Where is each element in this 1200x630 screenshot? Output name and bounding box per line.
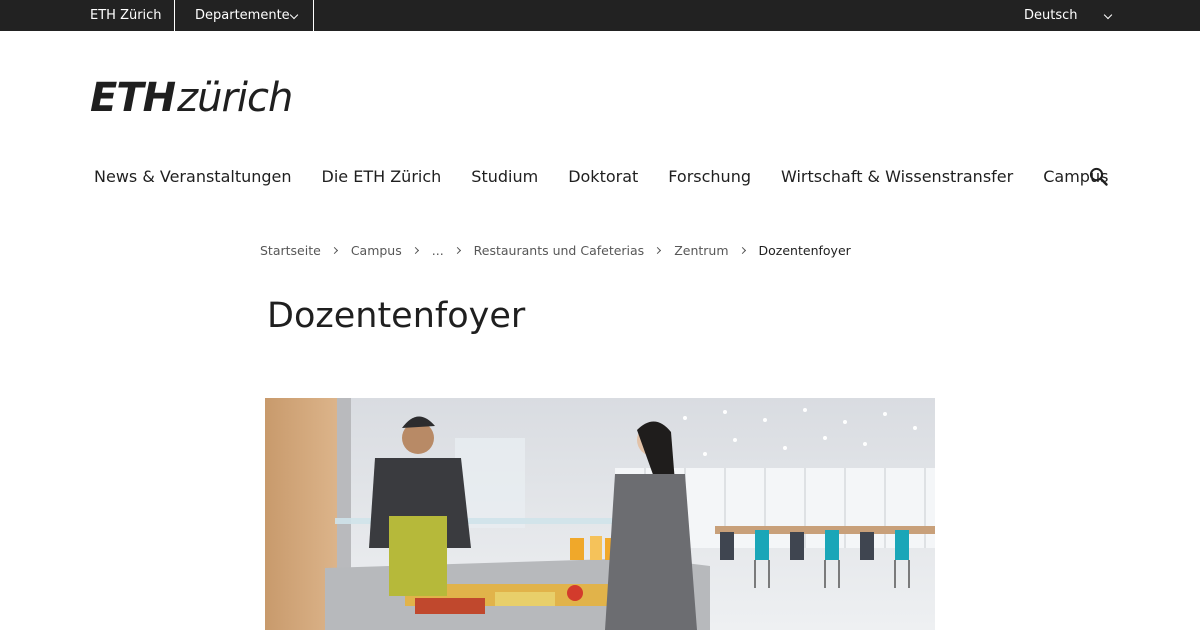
divider <box>313 0 314 31</box>
chevron-right-icon <box>654 246 662 254</box>
chevron-right-icon <box>453 246 461 254</box>
nav-item-studium[interactable]: Studium <box>471 164 538 190</box>
eth-zurich-link[interactable]: ETH Zürich <box>90 0 162 31</box>
departments-label: Departemente <box>195 8 290 23</box>
nav-item-doktorat[interactable]: Doktorat <box>568 164 638 190</box>
language-selector[interactable]: Deutsch <box>1010 0 1120 31</box>
eth-zurich-logo[interactable]: ETHzürich <box>90 75 293 121</box>
nav-item-news[interactable]: News & Veranstaltungen <box>94 164 292 190</box>
breadcrumb-ellipsis[interactable]: ... <box>432 243 444 258</box>
breadcrumb-campus[interactable]: Campus <box>351 243 402 258</box>
search-icon[interactable] <box>1089 167 1109 187</box>
nav-item-wirtschaft[interactable]: Wirtschaft & Wissenstransfer <box>781 164 1013 190</box>
logo-eth-wordmark: ETH <box>90 75 176 121</box>
chevron-right-icon <box>411 246 419 254</box>
breadcrumb-zentrum[interactable]: Zentrum <box>674 243 728 258</box>
breadcrumb-restaurants[interactable]: Restaurants und Cafeterias <box>474 243 645 258</box>
nav-item-forschung[interactable]: Forschung <box>668 164 751 190</box>
hero-image <box>265 398 935 630</box>
language-label: Deutsch <box>1024 8 1078 23</box>
chevron-right-icon <box>738 246 746 254</box>
breadcrumb-current: Dozentenfoyer <box>758 242 851 258</box>
nav-item-die-eth[interactable]: Die ETH Zürich <box>322 164 442 190</box>
chevron-down-icon <box>1103 10 1113 20</box>
logo-zurich-wordmark: zürich <box>177 75 293 121</box>
departments-dropdown[interactable]: Departemente <box>175 0 313 31</box>
chevron-down-icon <box>289 10 299 20</box>
main-navigation: News & Veranstaltungen Die ETH Zürich St… <box>94 164 1138 190</box>
top-bar: ETH Zürich Departemente Deutsch <box>0 0 1200 31</box>
breadcrumb-startseite[interactable]: Startseite <box>260 243 321 258</box>
breadcrumb: Startseite Campus ... Restaurants und Ca… <box>260 241 851 259</box>
page-title: Dozentenfoyer <box>267 296 526 336</box>
chevron-right-icon <box>330 246 338 254</box>
